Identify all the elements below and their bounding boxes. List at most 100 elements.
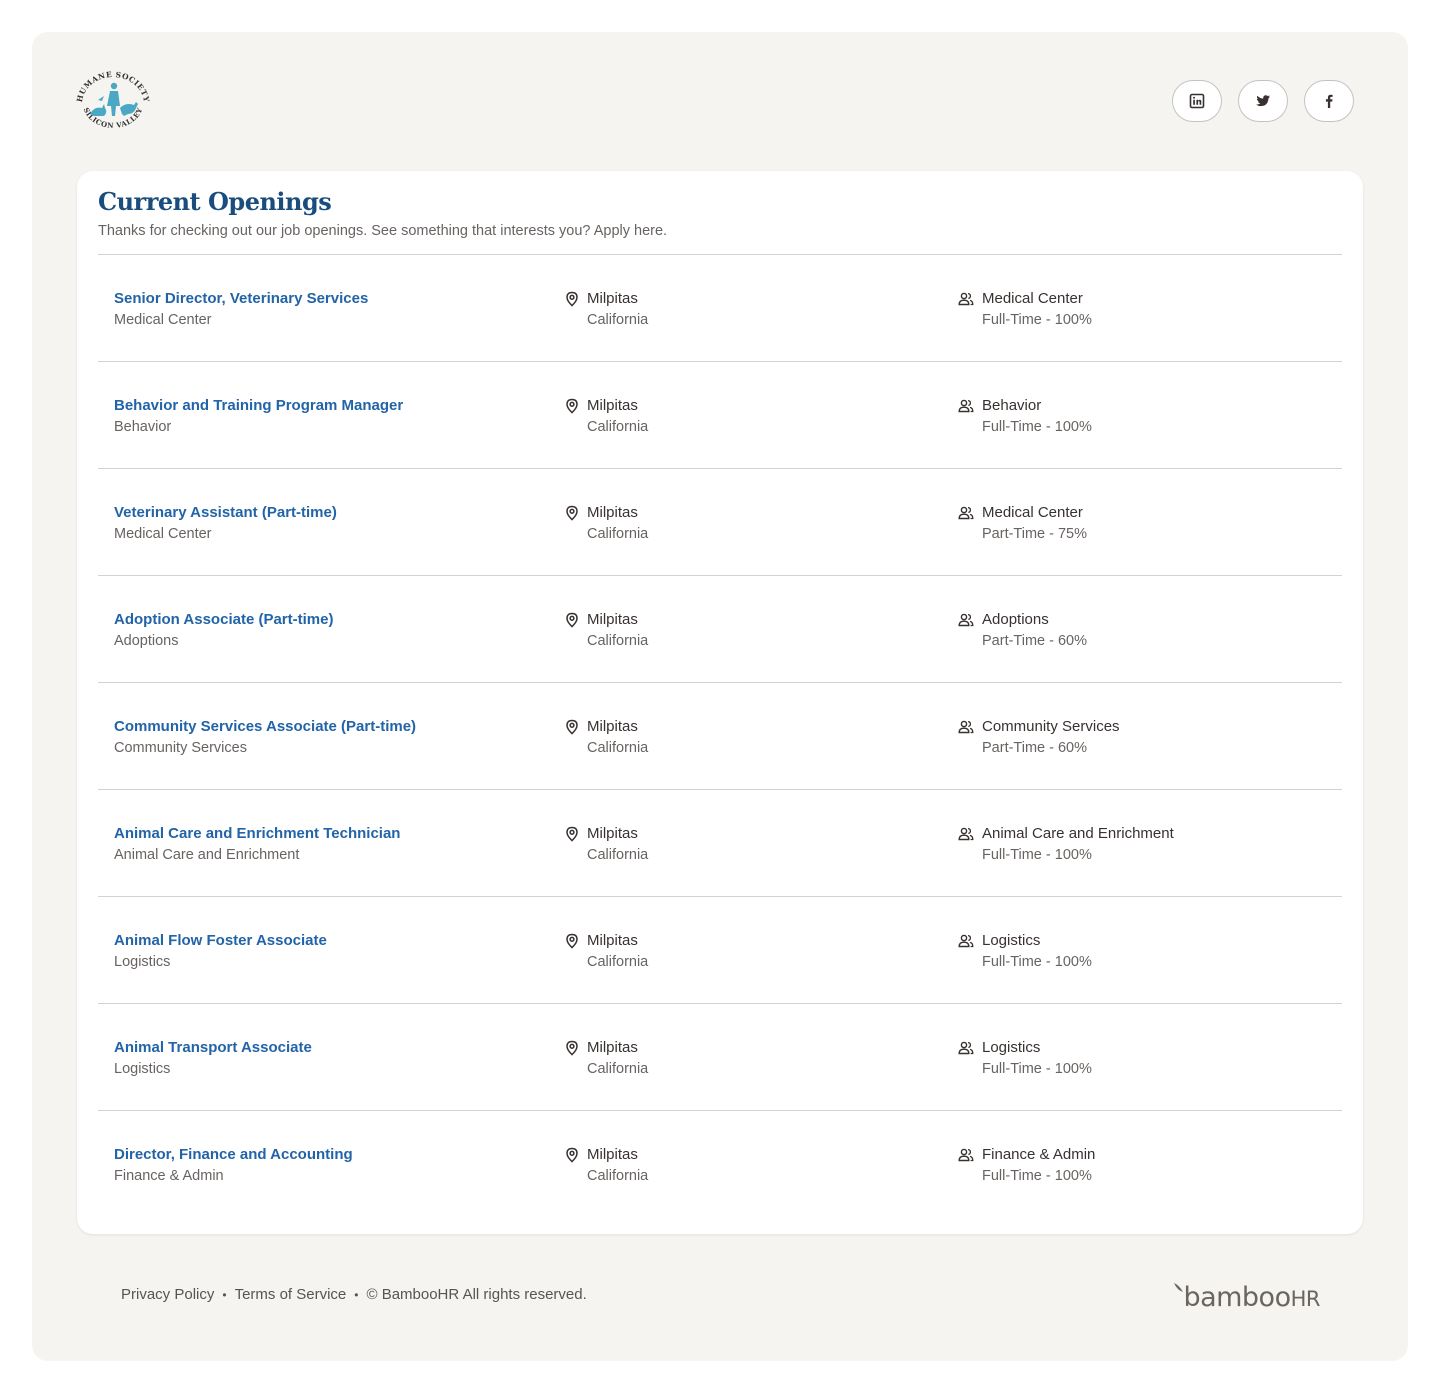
- social-links: [1172, 80, 1354, 122]
- job-team: Medical Center: [982, 504, 1083, 521]
- openings-header: Current Openings Thanks for checking out…: [98, 185, 1342, 240]
- job-title-link[interactable]: Animal Transport Associate: [114, 1038, 544, 1058]
- job-city: Milpitas: [587, 932, 638, 949]
- location-pin-icon: [566, 719, 578, 735]
- job-location-cell: Milpitas California: [564, 610, 944, 651]
- people-icon: [958, 720, 974, 734]
- job-team: Medical Center: [982, 290, 1083, 307]
- job-team: Logistics: [982, 932, 1041, 949]
- job-row: Senior Director, Veterinary Services Med…: [98, 254, 1342, 361]
- job-employment-type: Full-Time - 100%: [982, 847, 1092, 863]
- location-pin-icon: [566, 826, 578, 842]
- humane-society-logo[interactable]: HUMANE SOCIETY SILICON VALLEY: [75, 70, 151, 134]
- copyright-text: © BambooHR All rights reserved.: [366, 1286, 587, 1303]
- job-title-link[interactable]: Animal Flow Foster Associate: [114, 931, 544, 951]
- location-pin-icon: [566, 933, 578, 949]
- job-state: California: [587, 1061, 649, 1077]
- location-pin-icon: [566, 505, 578, 521]
- job-team: Logistics: [982, 1039, 1041, 1056]
- job-title-cell: Animal Transport Associate Logistics: [114, 1038, 544, 1079]
- people-icon: [958, 934, 974, 948]
- job-state: California: [587, 954, 649, 970]
- people-icon: [958, 827, 974, 841]
- facebook-button[interactable]: [1304, 80, 1354, 122]
- job-title-link[interactable]: Adoption Associate (Part-time): [114, 610, 544, 630]
- job-department: Medical Center: [114, 312, 212, 328]
- job-title-link[interactable]: Behavior and Training Program Manager: [114, 396, 544, 416]
- job-list: Senior Director, Veterinary Services Med…: [98, 254, 1342, 1217]
- linkedin-button[interactable]: [1172, 80, 1222, 122]
- job-location-cell: Milpitas California: [564, 1038, 944, 1079]
- job-city: Milpitas: [587, 397, 638, 414]
- job-title-cell: Adoption Associate (Part-time) Adoptions: [114, 610, 544, 651]
- job-row: Animal Transport Associate Logistics Mil…: [98, 1003, 1342, 1110]
- job-state: California: [587, 419, 649, 435]
- job-team: Finance & Admin: [982, 1146, 1096, 1163]
- job-department: Medical Center: [114, 526, 212, 542]
- job-department-cell: Medical Center Part-Time - 75%: [958, 503, 1338, 544]
- job-city: Milpitas: [587, 1039, 638, 1056]
- job-location-cell: Milpitas California: [564, 289, 944, 330]
- job-department-cell: Animal Care and Enrichment Full-Time - 1…: [958, 824, 1338, 865]
- job-department: Animal Care and Enrichment: [114, 847, 300, 863]
- people-icon: [958, 1041, 974, 1055]
- job-employment-type: Part-Time - 60%: [982, 633, 1088, 649]
- job-employment-type: Part-Time - 75%: [982, 526, 1088, 542]
- job-city: Milpitas: [587, 718, 638, 735]
- bamboohr-logo[interactable]: bambooHR: [1173, 1282, 1321, 1313]
- job-department-cell: Logistics Full-Time - 100%: [958, 931, 1338, 972]
- job-title-cell: Animal Flow Foster Associate Logistics: [114, 931, 544, 972]
- job-city: Milpitas: [587, 290, 638, 307]
- job-title-link[interactable]: Veterinary Assistant (Part-time): [114, 503, 544, 523]
- privacy-policy-link[interactable]: Privacy Policy: [121, 1286, 214, 1303]
- job-location-cell: Milpitas California: [564, 824, 944, 865]
- job-title-cell: Community Services Associate (Part-time)…: [114, 717, 544, 758]
- twitter-button[interactable]: [1238, 80, 1288, 122]
- job-state: California: [587, 633, 649, 649]
- location-pin-icon: [566, 1147, 578, 1163]
- page-title: Current Openings: [98, 187, 332, 216]
- job-department-cell: Finance & Admin Full-Time - 100%: [958, 1145, 1338, 1186]
- job-row: Animal Flow Foster Associate Logistics M…: [98, 896, 1342, 1003]
- job-team: Behavior: [982, 397, 1042, 414]
- job-employment-type: Full-Time - 100%: [982, 1061, 1092, 1077]
- location-pin-icon: [566, 612, 578, 628]
- people-icon: [958, 613, 974, 627]
- job-department: Logistics: [114, 954, 171, 970]
- people-icon: [958, 399, 974, 413]
- job-department-cell: Behavior Full-Time - 100%: [958, 396, 1338, 437]
- job-row: Director, Finance and Accounting Finance…: [98, 1110, 1342, 1217]
- job-title-link[interactable]: Animal Care and Enrichment Technician: [114, 824, 544, 844]
- brand-name: bamboo: [1183, 1282, 1291, 1313]
- facebook-icon: [1325, 94, 1333, 108]
- job-city: Milpitas: [587, 611, 638, 628]
- terms-of-service-link[interactable]: Terms of Service: [235, 1286, 347, 1303]
- job-location-cell: Milpitas California: [564, 931, 944, 972]
- job-title-link[interactable]: Community Services Associate (Part-time): [114, 717, 544, 737]
- job-department-cell: Community Services Part-Time - 60%: [958, 717, 1338, 758]
- job-state: California: [587, 312, 649, 328]
- job-state: California: [587, 847, 649, 863]
- job-department-cell: Adoptions Part-Time - 60%: [958, 610, 1338, 651]
- job-title-cell: Senior Director, Veterinary Services Med…: [114, 289, 544, 330]
- job-state: California: [587, 740, 649, 756]
- job-title-link[interactable]: Senior Director, Veterinary Services: [114, 289, 544, 309]
- job-title-cell: Veterinary Assistant (Part-time) Medical…: [114, 503, 544, 544]
- job-team: Adoptions: [982, 611, 1049, 628]
- job-title-link[interactable]: Director, Finance and Accounting: [114, 1145, 544, 1165]
- job-department: Adoptions: [114, 633, 179, 649]
- job-row: Behavior and Training Program Manager Be…: [98, 361, 1342, 468]
- job-row: Veterinary Assistant (Part-time) Medical…: [98, 468, 1342, 575]
- logo-emblem-icon: HUMANE SOCIETY SILICON VALLEY: [75, 70, 151, 130]
- job-title-cell: Animal Care and Enrichment Technician An…: [114, 824, 544, 865]
- twitter-icon: [1256, 95, 1270, 107]
- job-title-cell: Director, Finance and Accounting Finance…: [114, 1145, 544, 1186]
- header: HUMANE SOCIETY SILICON VALLEY: [32, 32, 1408, 172]
- job-location-cell: Milpitas California: [564, 1145, 944, 1186]
- openings-card: Current Openings Thanks for checking out…: [77, 171, 1363, 1234]
- job-location-cell: Milpitas California: [564, 396, 944, 437]
- job-department-cell: Medical Center Full-Time - 100%: [958, 289, 1338, 330]
- job-employment-type: Full-Time - 100%: [982, 954, 1092, 970]
- footer: Privacy Policy • Terms of Service • © Ba…: [121, 1286, 587, 1303]
- job-department-cell: Logistics Full-Time - 100%: [958, 1038, 1338, 1079]
